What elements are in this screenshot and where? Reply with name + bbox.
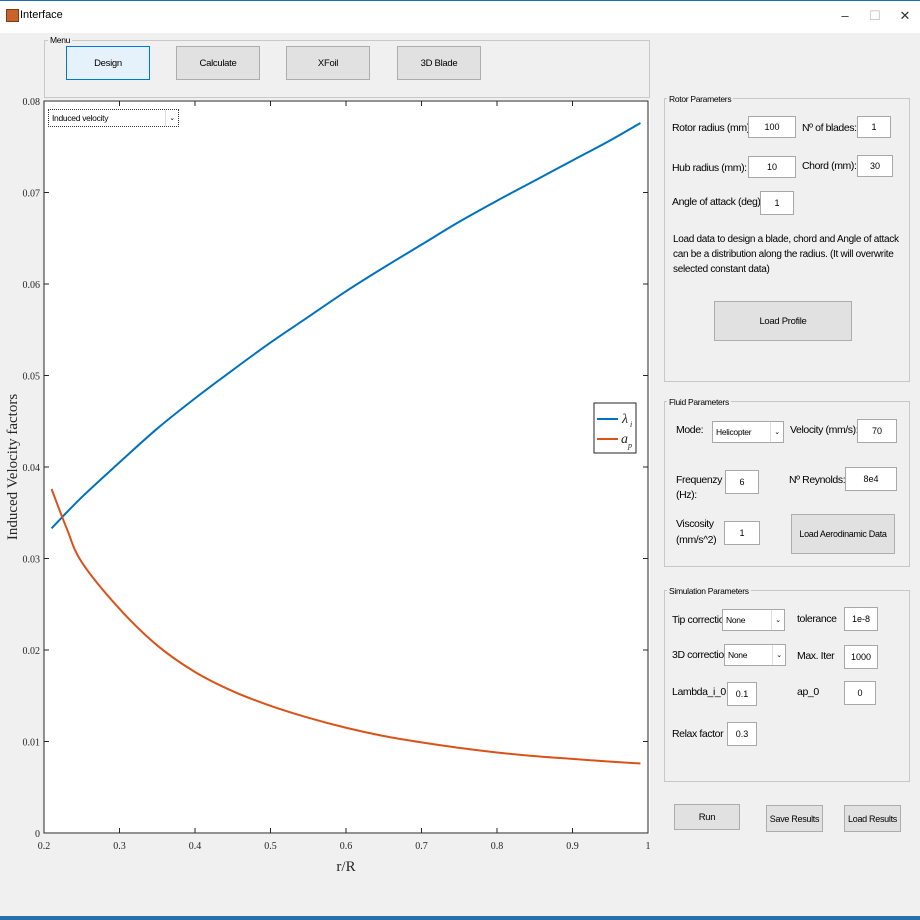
mode-value: Helicopter — [716, 427, 752, 437]
chevron-down-icon: ⌄ — [770, 422, 783, 442]
chord-label: Chord (mm): — [802, 160, 857, 172]
x-tick-label: 0.2 — [38, 841, 51, 852]
viscosity-label: Viscosity — [676, 518, 714, 530]
minimize-button[interactable]: – — [830, 6, 860, 26]
load-profile-button[interactable]: Load Profile — [714, 301, 852, 341]
window-bottom-border — [0, 916, 920, 920]
y-tick-label: 0.08 — [23, 97, 41, 108]
lambda-i-0-field[interactable]: 0.1 — [727, 682, 757, 706]
3d-correction-dropdown[interactable]: None ⌄ — [724, 644, 786, 666]
tip-correction-label: Tip correction — [672, 614, 730, 626]
tolerance-label: tolerance — [797, 613, 837, 625]
series-line-lambda-i — [50, 122, 641, 530]
maximize-button[interactable]: ☐ — [860, 6, 890, 26]
y-tick-label: 0.02 — [23, 646, 41, 657]
angle-of-attack-label: Angle of attack (deg): — [672, 196, 764, 208]
relax-factor-field[interactable]: 0.3 — [727, 722, 757, 746]
rotor-radius-label: Rotor radius (mm): — [672, 122, 753, 134]
y-tick-label: 0 — [35, 829, 40, 840]
ap-0-field[interactable]: 0 — [844, 681, 876, 705]
x-axis-label: r/R — [336, 859, 355, 875]
x-tick-label: 0.8 — [491, 841, 504, 852]
chevron-down-icon: ⌄ — [772, 645, 785, 665]
y-tick-label: 0.07 — [23, 189, 41, 200]
load-aerodynamic-data-button[interactable]: Load Aerodinamic Data — [791, 514, 895, 554]
viscosity-unit-label: (mm/s^2) — [676, 534, 717, 546]
legend-label-a-p-subscript: p — [627, 441, 632, 450]
series-line-a-p — [50, 488, 641, 765]
x-tick-label: 0.9 — [566, 841, 579, 852]
x-tick-label: 0.3 — [113, 841, 126, 852]
y-tick-label: 0.01 — [23, 738, 41, 749]
plot-axes-frame — [43, 100, 649, 834]
y-tick-label: 0.03 — [23, 555, 41, 566]
plot-selector-value: Induced velocity — [52, 113, 109, 123]
legend-label-lambda-i: λ — [621, 412, 628, 427]
x-tick-label: 0.5 — [264, 841, 277, 852]
blades-field[interactable]: 1 — [857, 116, 891, 138]
reynolds-field[interactable]: 8e4 — [845, 467, 897, 491]
tolerance-field[interactable]: 1e-8 — [844, 607, 878, 631]
mode-dropdown[interactable]: Helicopter ⌄ — [712, 421, 784, 443]
induced-velocity-chart: 0.2 0.3 0.4 0.5 0.6 0.7 0.8 0.9 1 0 0.01 0.02 0.03 0.… — [5, 97, 651, 875]
load-results-button[interactable]: Load Results — [844, 805, 901, 832]
y-axis-label: Induced Velocity factors — [5, 394, 21, 541]
x-tick-label: 0.4 — [189, 841, 202, 852]
y-tick-label: 0.05 — [23, 372, 41, 383]
rotor-radius-field[interactable]: 100 — [748, 116, 796, 138]
frequency-unit-label: (Hz): — [676, 489, 697, 501]
legend-label-a-p: a — [621, 432, 628, 447]
frequency-field[interactable]: 6 — [725, 470, 759, 494]
rotor-parameters-title: Rotor Parameters — [667, 94, 734, 104]
chevron-down-icon: ⌄ — [771, 610, 784, 630]
x-tick-label: 1 — [646, 841, 651, 852]
max-iter-label: Max. Iter — [797, 650, 835, 662]
tip-correction-dropdown[interactable]: None ⌄ — [722, 609, 785, 631]
mode-label: Mode: — [676, 424, 704, 436]
reynolds-label: Nº Reynolds: — [789, 474, 846, 486]
blades-label: Nº of blades: — [802, 122, 857, 134]
y-tick-label: 0.06 — [23, 280, 41, 291]
velocity-field[interactable]: 70 — [857, 419, 897, 443]
max-iter-field[interactable]: 1000 — [844, 645, 878, 669]
run-button[interactable]: Run — [674, 804, 740, 830]
ap-0-label: ap_0 — [797, 686, 819, 698]
chord-field[interactable]: 30 — [857, 155, 893, 177]
fluid-parameters-title: Fluid Parameters — [667, 397, 731, 407]
simulation-parameters-title: Simulation Parameters — [667, 586, 751, 596]
3d-correction-label: 3D correction — [672, 649, 730, 661]
close-button[interactable]: ✕ — [890, 6, 920, 26]
3d-correction-value: None — [728, 650, 748, 660]
hub-radius-label: Hub radius (mm): — [672, 162, 747, 174]
viscosity-field[interactable]: 1 — [724, 521, 760, 545]
load-profile-description: Load data to design a blade, chord and A… — [673, 234, 899, 275]
velocity-label: Velocity (mm/s): — [790, 424, 859, 436]
x-tick-label: 0.6 — [340, 841, 353, 852]
lambda-i-0-label: Lambda_i_0 — [672, 686, 726, 698]
hub-radius-field[interactable]: 10 — [748, 156, 796, 178]
angle-of-attack-field[interactable]: 1 — [760, 191, 794, 215]
plot-selector-dropdown[interactable]: Induced velocity ⌄ — [48, 109, 179, 127]
frequency-label: Frequenzy — [676, 474, 723, 486]
relax-factor-label: Relax factor — [672, 728, 724, 740]
save-results-button[interactable]: Save Results — [766, 805, 823, 832]
chevron-down-icon: ⌄ — [165, 110, 178, 126]
y-tick-label: 0.04 — [23, 463, 41, 474]
tip-correction-value: None — [726, 615, 746, 625]
x-tick-label: 0.7 — [415, 841, 428, 852]
legend-label-lambda-i-subscript: i — [630, 420, 632, 429]
